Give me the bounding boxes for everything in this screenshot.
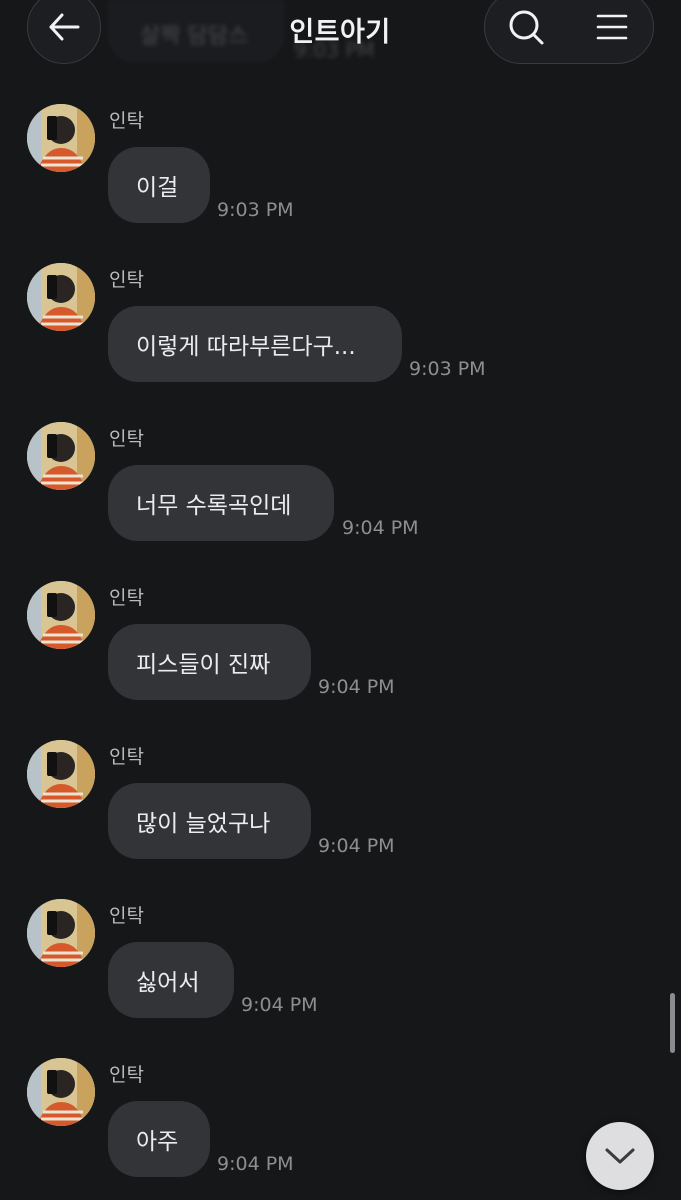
avatar[interactable]	[27, 740, 95, 808]
avatar[interactable]	[27, 899, 95, 967]
message-row: 인탁 이걸 9:03 PM	[0, 104, 681, 244]
avatar-photo	[27, 899, 95, 967]
message-row: 인탁 너무 수록곡인데 9:04 PM	[0, 422, 681, 562]
message-time: 9:04 PM	[318, 676, 395, 698]
message-bubble[interactable]: 많이 늘었구나	[108, 783, 311, 859]
avatar-photo	[27, 422, 95, 490]
sender-name: 인탁	[109, 428, 144, 450]
message-bubble[interactable]: 너무 수록곡인데	[108, 465, 334, 541]
avatar[interactable]	[27, 422, 95, 490]
message-row: 인탁 아주 9:04 PM	[0, 1058, 681, 1198]
avatar-photo	[27, 104, 95, 172]
avatar-photo	[27, 581, 95, 649]
arrow-left-icon	[49, 13, 80, 41]
chevron-down-icon	[605, 1148, 635, 1164]
message-time: 9:03 PM	[409, 358, 486, 380]
message-bubble[interactable]: 아주	[108, 1101, 210, 1177]
faded-previous-message: 살짝 담담스	[140, 24, 249, 49]
message-time: 9:03 PM	[217, 199, 294, 221]
search-icon	[509, 10, 544, 45]
message-row: 인탁 싫어서 9:04 PM	[0, 899, 681, 1039]
message-row: 인탁 이렇게 따라부른다구... 9:03 PM	[0, 263, 681, 403]
message-row: 인탁 피스들이 진짜 9:04 PM	[0, 581, 681, 721]
chat-title: 인트아기	[289, 17, 391, 48]
scroll-to-bottom-button[interactable]	[586, 1122, 654, 1190]
message-bubble[interactable]: 이렇게 따라부른다구...	[108, 306, 402, 382]
search-button[interactable]	[489, 0, 563, 63]
avatar[interactable]	[27, 263, 95, 331]
message-time: 9:04 PM	[342, 517, 419, 539]
sender-name: 인탁	[109, 587, 144, 609]
sender-name: 인탁	[109, 1064, 144, 1086]
message-bubble[interactable]: 피스들이 진짜	[108, 624, 311, 700]
avatar-photo	[27, 1058, 95, 1126]
message-time: 9:04 PM	[241, 994, 318, 1016]
avatar[interactable]	[27, 1058, 95, 1126]
message-time: 9:04 PM	[217, 1153, 294, 1175]
back-button[interactable]	[27, 0, 101, 64]
message-time: 9:04 PM	[318, 835, 395, 857]
menu-icon	[596, 14, 628, 40]
header-actions	[484, 0, 654, 64]
scrollbar[interactable]	[670, 993, 675, 1053]
message-row: 인탁 많이 늘었구나 9:04 PM	[0, 740, 681, 880]
message-bubble[interactable]: 싫어서	[108, 942, 234, 1018]
menu-button[interactable]	[575, 0, 649, 63]
avatar-photo	[27, 263, 95, 331]
sender-name: 인탁	[109, 269, 144, 291]
sender-name: 인탁	[109, 746, 144, 768]
avatar[interactable]	[27, 104, 95, 172]
chat-header: 살짝 담담스 9:03 PM 인트아기	[0, 0, 681, 80]
sender-name: 인탁	[109, 110, 144, 132]
avatar-photo	[27, 740, 95, 808]
message-bubble[interactable]: 이걸	[108, 147, 210, 223]
sender-name: 인탁	[109, 905, 144, 927]
avatar[interactable]	[27, 581, 95, 649]
